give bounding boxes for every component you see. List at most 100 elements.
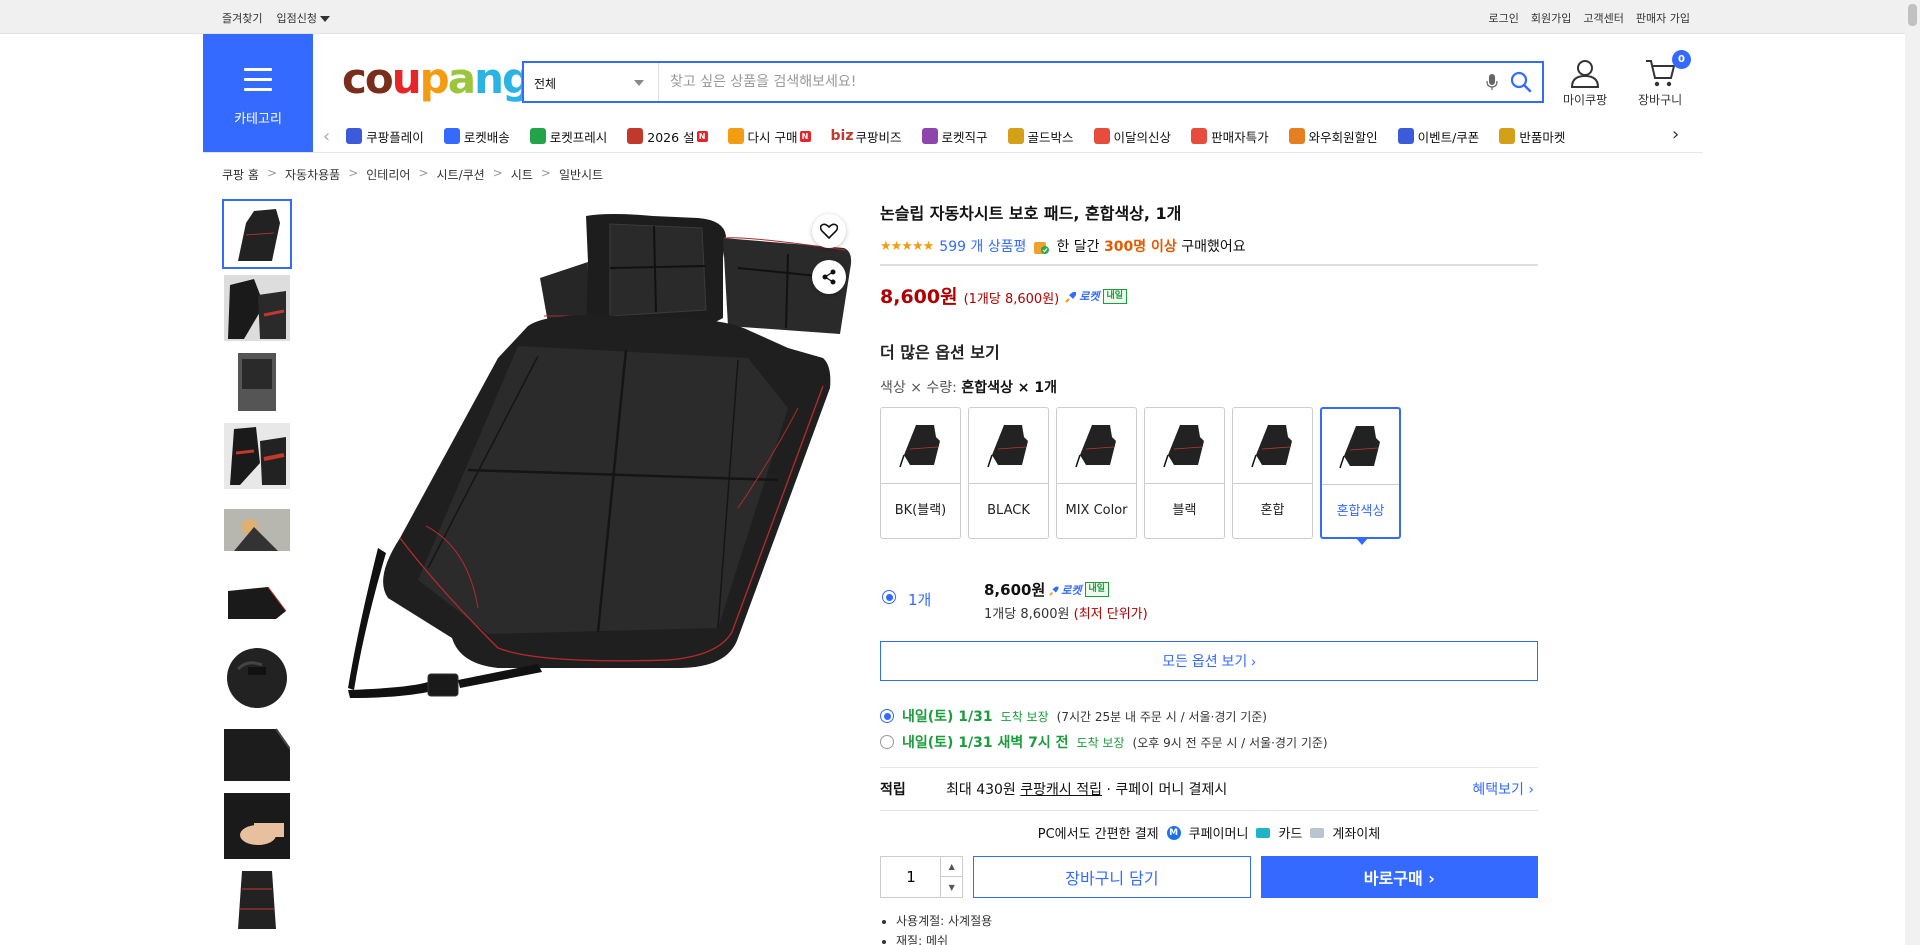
coupang-cash-link[interactable]: 쿠팡캐시 적립: [1020, 779, 1102, 799]
thumbnail-8[interactable]: [222, 717, 292, 787]
cart-label: 장바구니: [1638, 93, 1683, 107]
quick-nav-icon: [1191, 128, 1208, 144]
option-label-text: 혼합: [1260, 503, 1285, 518]
quick-nav-item-5[interactable]: biz 쿠팡비즈: [831, 127, 902, 146]
breadcrumb-item[interactable]: 자동차용품: [285, 166, 340, 183]
customer-center-link[interactable]: 고객센터: [1583, 10, 1623, 26]
quick-nav-item-10[interactable]: 와우회원할인: [1288, 127, 1378, 146]
login-link[interactable]: 로그인: [1489, 10, 1519, 26]
cart-icon: [1646, 60, 1676, 87]
category-menu-button[interactable]: 카테고리: [203, 34, 313, 152]
microphone-icon[interactable]: [1486, 73, 1498, 91]
page-scrollbar[interactable]: [1905, 0, 1920, 945]
thumbnail-5[interactable]: [222, 495, 292, 565]
chevron-left-icon[interactable]: ‹: [323, 126, 330, 147]
search-icon[interactable]: [1510, 71, 1532, 93]
quick-nav-label: 이달의신상: [1113, 129, 1172, 145]
bookmark-link[interactable]: 즐겨찾기: [222, 10, 262, 26]
seller-apply-link[interactable]: 입점신청: [276, 10, 330, 26]
option-tile-0[interactable]: BK(블랙): [880, 407, 961, 539]
search-input[interactable]: [660, 63, 1480, 101]
quick-nav-label: 와우회원할인: [1308, 129, 1378, 145]
thumbnail-4[interactable]: [222, 421, 292, 491]
option-tile-4[interactable]: 혼합: [1232, 407, 1313, 539]
thumbnail-7[interactable]: [222, 643, 292, 713]
quick-nav-item-6[interactable]: 로켓직구: [921, 127, 988, 146]
quick-nav-item-2[interactable]: 로켓프레시: [529, 127, 607, 146]
quick-nav-item-11[interactable]: 이벤트/쿠폰: [1397, 127, 1479, 146]
quick-nav-item-12[interactable]: 반품마켓: [1499, 127, 1565, 146]
wishlist-button[interactable]: [812, 214, 846, 248]
buy-now-button[interactable]: 바로구매 ›: [1260, 856, 1538, 898]
seller-signup-link[interactable]: 판매자 가입: [1636, 10, 1690, 26]
mycoupang-button[interactable]: 마이쿠팡: [1563, 58, 1607, 108]
quick-nav-icon: [1288, 128, 1305, 144]
option-label-value: 혼합색상 × 1개: [961, 380, 1057, 396]
quick-nav-item-1[interactable]: 로켓배송: [443, 127, 510, 146]
quantity-option-row: 1개 8,600원 로켓 내일 1개당 8,600원 (최저 단위가): [880, 579, 1538, 622]
benefits-link[interactable]: 혜택보기 ›: [1472, 779, 1534, 799]
review-count-link[interactable]: 599 개 상품평: [939, 236, 1026, 256]
breadcrumb-item[interactable]: 시트: [511, 166, 533, 183]
thumbnail-2[interactable]: [222, 273, 292, 343]
quick-nav-label: 쿠팡플레이: [366, 129, 424, 145]
quantity-input[interactable]: [881, 857, 941, 897]
breadcrumb-item[interactable]: 시트/쿠션: [437, 166, 485, 183]
delivery-note-1: (7시간 25분 내 주문 시 / 서울·경기 기준): [1056, 709, 1267, 724]
chevron-right-icon[interactable]: ›: [1672, 124, 1679, 145]
thumbnail-6[interactable]: [222, 569, 292, 639]
lowest-unit-tag: (최저 단위가): [1073, 607, 1148, 622]
quick-nav-item-4[interactable]: 다시 구매 N: [727, 127, 811, 146]
info-divider: [880, 264, 1538, 266]
payment-methods: PC에서도 간편한 결제 M 쿠페이머니 카드 계좌이체: [880, 823, 1538, 842]
breadcrumb-separator-icon: >: [492, 166, 503, 180]
option-tile-5[interactable]: 혼합색상: [1320, 407, 1401, 545]
pay-method-coupay: 쿠페이머니: [1188, 827, 1249, 842]
delivery-option-2[interactable]: 내일(토) 1/31 새벽 7시 전 도착 보장 (오후 9시 전 주문 시 /…: [880, 729, 1538, 755]
add-to-cart-button[interactable]: 장바구니 담기: [973, 856, 1251, 898]
search-category-select[interactable]: 전체: [524, 63, 659, 101]
quick-nav-icon: [1007, 128, 1024, 144]
top-utility-bar: 즐겨찾기 입점신청 로그인 회원가입 고객센터 판매자 가입: [0, 0, 1920, 34]
all-options-button[interactable]: 모든 옵션 보기 ›: [880, 641, 1538, 681]
breadcrumb-item[interactable]: 쿠팡 홈: [222, 166, 259, 183]
breadcrumb-separator-icon: >: [418, 166, 429, 180]
share-button[interactable]: [812, 260, 846, 294]
quick-nav-icon: [1093, 128, 1110, 144]
sold-pre: 한 달간: [1056, 239, 1100, 255]
product-info: 논슬립 자동차시트 보호 패드, 혼합색상, 1개 ★★★★★ 599 개 상품…: [880, 200, 1538, 945]
option-label-text: 블랙: [1172, 503, 1197, 518]
qty-option-radio[interactable]: [882, 590, 896, 604]
coupang-logo[interactable]: coupang: [342, 54, 532, 103]
breadcrumb-item[interactable]: 일반시트: [559, 166, 603, 183]
main-product-image: [318, 208, 863, 728]
qty-rocket-label: 로켓: [1061, 583, 1082, 597]
header-divider: [203, 152, 1703, 153]
user-icon: [1571, 60, 1600, 88]
option-tile-3[interactable]: 블랙: [1144, 407, 1225, 539]
option-tile-1[interactable]: BLACK: [968, 407, 1049, 539]
breadcrumb-item[interactable]: 인테리어: [366, 166, 410, 183]
thumbnail-9[interactable]: [222, 791, 292, 861]
delivery-radio-1[interactable]: [880, 709, 894, 723]
option-label-text: 혼합색상: [1336, 504, 1385, 519]
thumbnail-10[interactable]: [222, 865, 292, 935]
sold-count: 300명 이상: [1103, 239, 1177, 255]
option-thumbnail: [969, 408, 1048, 484]
thumbnail-3[interactable]: [222, 347, 292, 417]
quick-nav-item-0[interactable]: 쿠팡플레이: [346, 127, 424, 146]
option-tile-2[interactable]: MIX Color: [1056, 407, 1137, 539]
quick-nav-item-8[interactable]: 이달의신상: [1093, 127, 1172, 146]
signup-link[interactable]: 회원가입: [1531, 10, 1571, 26]
rating-row: ★★★★★ 599 개 상품평 한 달간 300명 이상 구매했어요: [880, 236, 1538, 256]
thumbnail-1[interactable]: [222, 199, 292, 269]
quick-nav-item-9[interactable]: 판매자특가: [1191, 127, 1269, 146]
quick-nav-item-3[interactable]: 2026 설N: [627, 127, 708, 146]
scrollbar-thumb[interactable]: [1908, 4, 1917, 26]
quantity-down-icon[interactable]: ▼: [940, 877, 962, 897]
delivery-radio-2[interactable]: [880, 735, 894, 749]
quick-nav-item-7[interactable]: 골드박스: [1007, 127, 1074, 146]
delivery-option-1[interactable]: 내일(토) 1/31 도착 보장 (7시간 25분 내 주문 시 / 서울·경기…: [880, 703, 1538, 729]
quick-nav-label: 쿠팡비즈: [855, 129, 902, 145]
quantity-up-icon[interactable]: ▲: [940, 857, 963, 877]
